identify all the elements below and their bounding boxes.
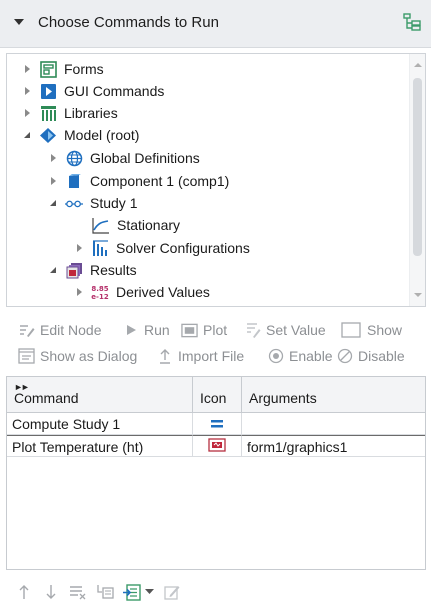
scroll-up-arrow-icon[interactable] <box>414 63 422 67</box>
column-header-icon[interactable]: Icon <box>193 377 242 413</box>
command-cell[interactable]: Plot Temperature (ht) <box>7 435 193 457</box>
disable-button[interactable]: Disable <box>336 345 405 367</box>
tree-item-stationary[interactable]: Stationary <box>92 214 180 236</box>
tree-item-model-root[interactable]: Model (root) <box>21 124 139 146</box>
solver-configurations-icon <box>91 239 109 257</box>
edit-node-button[interactable]: Edit Node <box>18 319 101 341</box>
tree-item-gui-commands[interactable]: GUI Commands <box>21 80 164 102</box>
expand-arrow-icon[interactable] <box>73 286 85 298</box>
tree-item-results[interactable]: Results <box>47 259 137 281</box>
collapse-arrow-icon[interactable] <box>47 264 59 276</box>
clear-table-icon[interactable] <box>95 582 115 602</box>
plot-icon <box>181 322 198 339</box>
expand-arrow-icon[interactable] <box>47 175 59 187</box>
model-root-icon <box>39 126 57 144</box>
command-table[interactable]: ►► Command Icon Arguments Compute Study … <box>6 376 426 570</box>
command-cell[interactable]: Compute Study 1 <box>7 413 193 435</box>
globe-icon <box>65 149 83 167</box>
tree-item-component-1[interactable]: Component 1 (comp1) <box>47 170 229 192</box>
tree-item-forms[interactable]: Forms <box>21 58 104 80</box>
collapse-arrow-icon[interactable] <box>47 197 59 209</box>
derived-values-icon-text-top: 8.85 <box>91 285 108 293</box>
show-as-dialog-button[interactable]: Show as Dialog <box>18 345 137 367</box>
forms-icon <box>39 60 57 78</box>
component-icon <box>65 172 83 190</box>
add-to-table-icon[interactable] <box>122 582 142 602</box>
arguments-cell[interactable] <box>242 413 425 435</box>
dropdown-arrow-icon[interactable] <box>144 582 154 602</box>
show-icon <box>340 322 362 339</box>
column-header-arguments[interactable]: Arguments <box>242 377 425 413</box>
derived-values-icon: 8.85 e-12 <box>91 283 109 301</box>
show-button[interactable]: Show <box>340 319 402 341</box>
expand-arrow-icon[interactable] <box>21 63 33 75</box>
collapse-chevron-icon[interactable] <box>14 19 24 25</box>
expand-arrow-icon[interactable] <box>21 85 33 97</box>
section-title: Choose Commands to Run <box>38 14 219 31</box>
icon-cell[interactable] <box>193 435 242 457</box>
tree-item-derived-values[interactable]: 8.85 e-12 Derived Values <box>73 281 210 303</box>
set-value-icon <box>244 322 261 339</box>
gui-commands-icon <box>39 82 57 100</box>
disable-icon <box>336 348 353 365</box>
expand-arrow-icon[interactable] <box>47 152 59 164</box>
plot-icon <box>208 436 226 457</box>
collapse-arrow-icon[interactable] <box>21 129 33 141</box>
expand-arrow-icon[interactable] <box>73 242 85 254</box>
compute-icon <box>210 413 224 435</box>
bottom-toolbar <box>14 582 189 602</box>
set-value-button[interactable]: Set Value <box>244 319 326 341</box>
tree-item-solver-configurations[interactable]: Solver Configurations <box>73 237 250 259</box>
move-down-icon[interactable] <box>41 582 61 602</box>
edit-node-icon <box>18 322 35 339</box>
tree-item-global-definitions[interactable]: Global Definitions <box>47 147 200 169</box>
enable-icon <box>267 348 284 365</box>
command-tree[interactable]: Forms GUI Commands Libraries Model (root… <box>6 53 426 307</box>
study-icon <box>65 194 83 212</box>
move-up-icon[interactable] <box>14 582 34 602</box>
tree-scrollbar[interactable] <box>409 54 425 306</box>
scroll-thumb[interactable] <box>413 78 422 256</box>
dialog-icon <box>18 348 35 365</box>
command-tree-icon[interactable] <box>402 13 422 33</box>
tree-item-libraries[interactable]: Libraries <box>21 102 118 124</box>
enable-button[interactable]: Enable <box>267 345 333 367</box>
tree-item-study-1[interactable]: Study 1 <box>47 192 137 214</box>
table-row[interactable]: Compute Study 1 <box>7 413 425 435</box>
import-file-button[interactable]: Import File <box>156 345 244 367</box>
table-row[interactable]: Plot Temperature (ht) form1/graphics1 <box>7 435 425 457</box>
section-header[interactable]: Choose Commands to Run <box>0 0 431 48</box>
plot-button[interactable]: Plot <box>181 319 227 341</box>
delete-icon[interactable] <box>68 582 88 602</box>
libraries-icon <box>39 104 57 122</box>
run-button[interactable]: Run <box>122 319 170 341</box>
expand-arrow-icon[interactable] <box>21 107 33 119</box>
icon-cell[interactable] <box>193 413 242 435</box>
edit-arguments-icon[interactable] <box>162 582 182 602</box>
stationary-icon <box>92 216 110 234</box>
results-icon <box>65 261 83 279</box>
arguments-cell[interactable]: form1/graphics1 <box>242 435 425 457</box>
scroll-down-arrow-icon[interactable] <box>414 293 422 297</box>
run-icon <box>122 322 139 339</box>
derived-values-icon-text-bottom: e-12 <box>91 293 109 301</box>
import-file-icon <box>156 348 173 365</box>
column-header-command[interactable]: ►► Command <box>7 377 193 413</box>
